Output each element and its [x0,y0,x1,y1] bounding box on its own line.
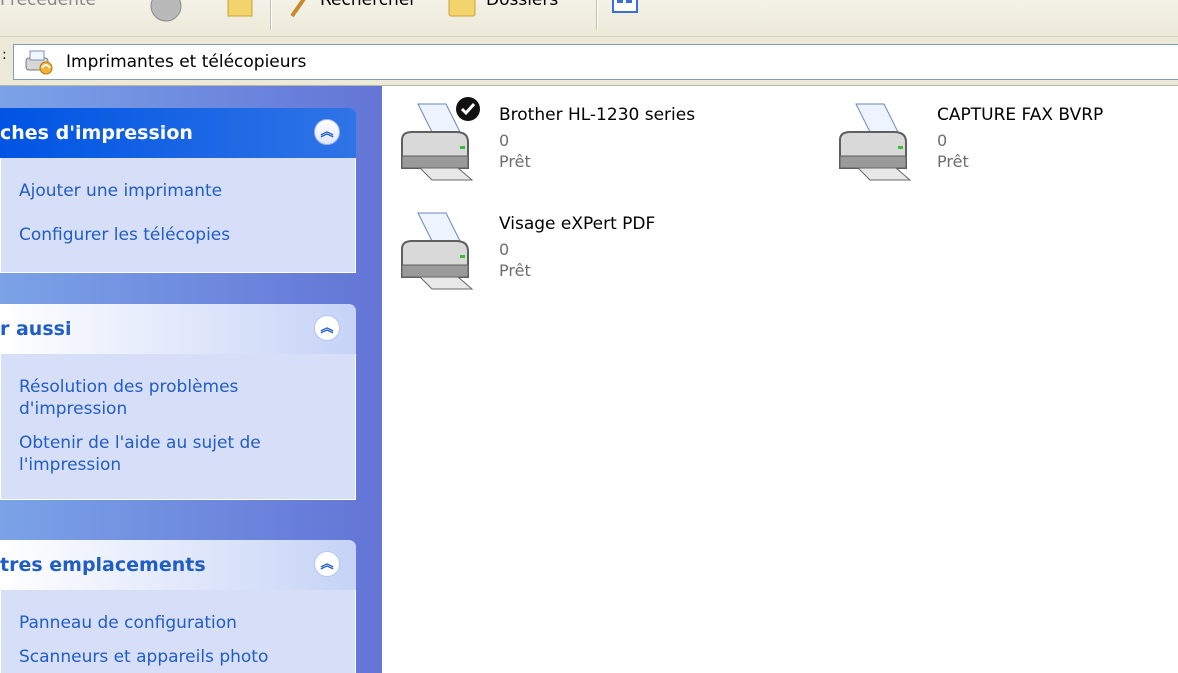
search-button[interactable]: Rechercher [320,0,416,10]
toolbar: Précédente Rechercher Dossiers [0,0,1178,37]
printer-name: CAPTURE FAX BVRP [937,105,1104,125]
printing-help-link[interactable]: Obtenir de l'aide au sujet de l'impressi… [19,432,309,476]
address-label: : [2,47,7,63]
printer-tasks-header[interactable]: ches d'impression ︽ [0,108,356,158]
other-places-title: tres emplacements [0,554,206,576]
printers-faxes-icon [25,50,53,75]
printer-name: Brother HL-1230 series [499,105,696,125]
printers-view: Brother HL-1230 series 0 Prêt CAPTURE FA… [382,86,1178,673]
printer-status: Prêt [499,261,531,280]
collapse-chevron-icon[interactable]: ︽ [314,315,340,341]
control-panel-link[interactable]: Panneau de configuration [19,612,319,634]
task-pane: ches d'impression ︽ Ajouter une impriman… [0,86,382,673]
printer-jobs: 0 [937,131,948,150]
address-field[interactable]: Imprimantes et télécopieurs [13,44,1178,80]
printer-tasks-body: Ajouter une imprimante Configurer les té… [0,158,356,273]
folders-icon[interactable] [446,0,480,22]
printer-status: Prêt [499,152,531,171]
printer-tasks-title: ches d'impression [0,122,193,144]
toolbar-separator [596,0,598,30]
see-also-title: r aussi [0,318,72,340]
collapse-chevron-icon[interactable]: ︽ [314,551,340,577]
other-places-header[interactable]: tres emplacements ︽ [0,540,356,590]
printer-tasks-group: ches d'impression ︽ Ajouter une impriman… [0,108,356,273]
views-icon[interactable] [610,0,640,16]
printer-jobs: 0 [499,131,510,150]
printer-name: Visage eXPert PDF [499,214,656,234]
back-button[interactable]: Précédente [0,0,96,10]
up-folder-icon[interactable] [225,0,255,20]
printer-item[interactable]: Brother HL-1230 series 0 Prêt [382,86,782,186]
default-printer-check-icon [456,97,480,121]
scanners-cameras-link[interactable]: Scanneurs et appareils photo [19,646,319,668]
printer-status: Prêt [937,152,969,171]
search-icon[interactable] [288,0,312,20]
folders-button[interactable]: Dossiers [486,0,558,10]
printer-item[interactable]: Visage eXPert PDF 0 Prêt [382,195,782,295]
printer-icon [401,212,474,290]
see-also-group: r aussi ︽ Résolution des problèmes d'imp… [0,304,356,500]
forward-icon[interactable] [148,0,184,24]
other-places-body: Panneau de configuration Scanneurs et ap… [0,590,356,673]
address-path: Imprimantes et télécopieurs [66,52,307,72]
add-printer-link[interactable]: Ajouter une imprimante [19,180,319,202]
see-also-header[interactable]: r aussi ︽ [0,304,356,354]
troubleshoot-printing-link[interactable]: Résolution des problèmes d'impression [19,376,279,420]
see-also-body: Résolution des problèmes d'impression Ob… [0,354,356,500]
toolbar-separator [270,0,272,30]
collapse-chevron-icon[interactable]: ︽ [314,119,340,145]
printer-icon [839,103,912,181]
printer-item[interactable]: CAPTURE FAX BVRP 0 Prêt [820,86,1178,186]
configure-fax-link[interactable]: Configurer les télécopies [19,224,319,246]
printer-jobs: 0 [499,240,510,259]
address-bar: : Imprimantes et télécopieurs [0,37,1178,86]
other-places-group: tres emplacements ︽ Panneau de configura… [0,540,356,673]
